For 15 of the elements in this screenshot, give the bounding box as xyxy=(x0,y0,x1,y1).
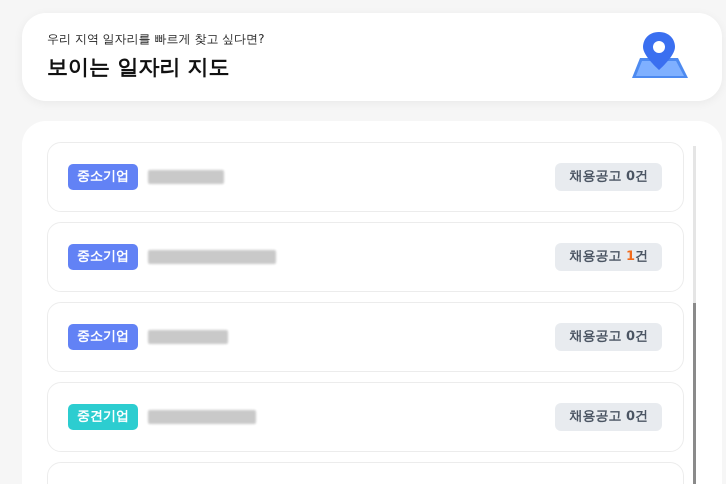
company-type-badge: 중견기업 xyxy=(68,404,138,430)
postings-count-badge: 채용공고 0건 xyxy=(555,403,662,431)
company-type-badge: 중소기업 xyxy=(68,164,138,190)
company-card[interactable]: 중소기업 채용공고 0건 xyxy=(47,302,684,372)
company-card[interactable]: 중견기업 채용공고 0건 xyxy=(47,382,684,452)
company-type-badge: 중소기업 xyxy=(68,324,138,350)
scrollbar[interactable] xyxy=(693,146,696,484)
postings-count-badge: 채용공고 1건 xyxy=(555,243,662,271)
header-subtitle: 우리 지역 일자리를 빠르게 찾고 싶다면? xyxy=(47,31,264,48)
company-card[interactable]: 중소기업 채용공고 1건 xyxy=(47,222,684,292)
company-type-badge: 중소기업 xyxy=(68,244,138,270)
company-card[interactable]: 중소기업 채용공고 0건 xyxy=(47,142,684,212)
postings-count-badge: 채용공고 0건 xyxy=(555,163,662,191)
postings-count-badge: 채용공고 0건 xyxy=(555,323,662,351)
header-title: 보이는 일자리 지도 xyxy=(47,54,231,82)
